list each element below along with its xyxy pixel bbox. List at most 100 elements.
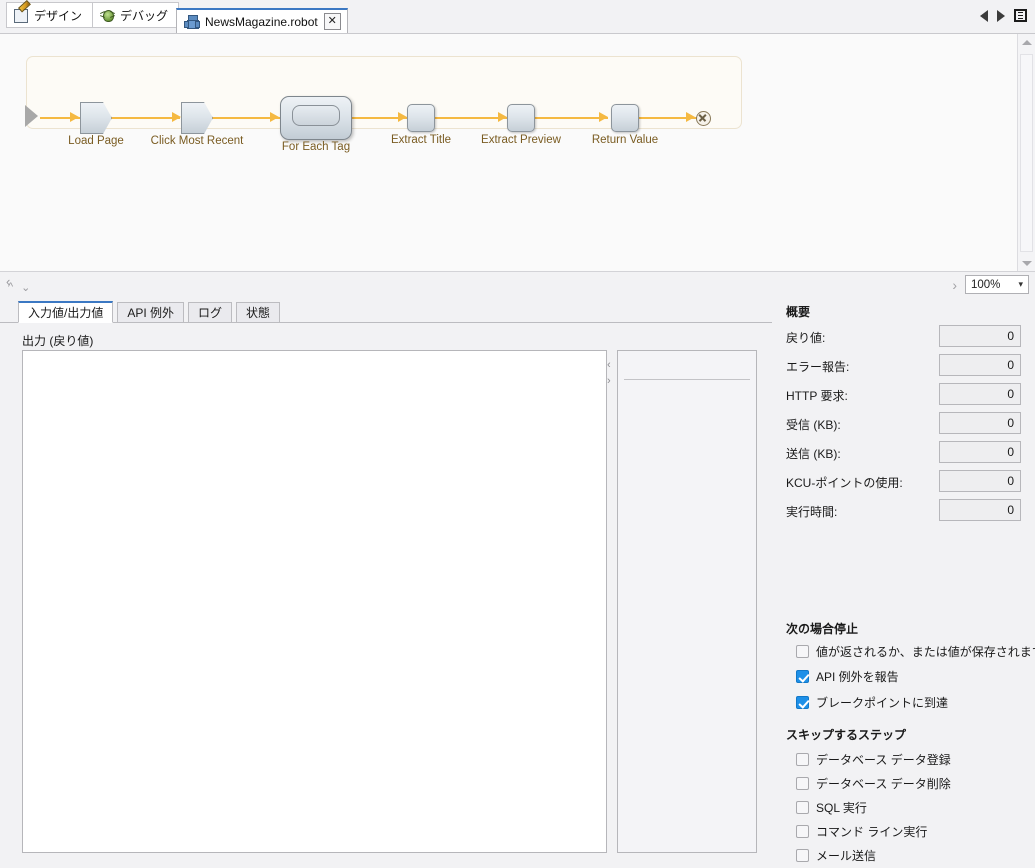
expand-right-chevron-icon[interactable]: › — [952, 277, 957, 293]
bug-icon — [100, 8, 115, 22]
checkbox-stop-value-returned[interactable]: 値が返されるか、または値が保存されます — [796, 643, 1035, 660]
node-label: Extract Title — [391, 134, 451, 146]
node-shape-loop — [280, 96, 352, 140]
checkbox-stop-breakpoint[interactable]: ブレークポイントに到達 — [796, 694, 948, 711]
arrowhead-3 — [270, 112, 279, 122]
field-label: KCU-ポイントの使用: — [786, 474, 903, 491]
field-value: 0 — [939, 470, 1021, 492]
checkbox-skip-db-insert[interactable]: データベース データ登録 — [796, 751, 951, 768]
field-label: 受信 (KB): — [786, 416, 841, 433]
checkbox-label: 値が返されるか、または値が保存されます — [816, 643, 1035, 660]
field-value: 0 — [939, 383, 1021, 405]
checkbox-icon[interactable] — [796, 777, 809, 790]
checkbox-skip-command-line[interactable]: コマンド ライン実行 — [796, 823, 927, 840]
tab-log-label: ログ — [198, 304, 222, 321]
field-value: 0 — [939, 441, 1021, 463]
output-pane-splitter[interactable]: ‹ › — [606, 350, 616, 851]
node-label: Click Most Recent — [151, 135, 244, 147]
top-bar: デザイン デバッグ NewsMagazine.robot ✕ — [0, 0, 1035, 33]
splitter-chevron-left-icon[interactable]: ‹ — [607, 360, 611, 370]
checkbox-icon[interactable] — [796, 849, 809, 862]
tab-design-label: デザイン — [34, 7, 82, 24]
field-http-requests: HTTP 要求: 0 — [786, 383, 1021, 405]
tab-design[interactable]: デザイン — [6, 2, 93, 28]
checkbox-label: データベース データ削除 — [816, 775, 951, 792]
file-tab-label: NewsMagazine.robot — [205, 15, 318, 29]
splitter-chevron-right-icon[interactable]: › — [607, 376, 611, 386]
output-detail-list[interactable] — [617, 350, 757, 853]
node-for-each-tag[interactable]: For Each Tag — [280, 96, 352, 140]
checkbox-icon[interactable] — [796, 670, 809, 683]
field-received-kb: 受信 (KB): 0 — [786, 412, 1021, 434]
field-label: 実行時間: — [786, 503, 837, 520]
flow-canvas[interactable]: Load Page Click Most Recent For Each Tag… — [0, 34, 1017, 272]
connector-title-preview — [434, 117, 507, 119]
node-load-page[interactable]: Load Page — [80, 102, 112, 134]
field-error-reports: エラー報告: 0 — [786, 354, 1021, 376]
checkbox-icon[interactable] — [796, 753, 809, 766]
field-label: エラー報告: — [786, 358, 849, 375]
top-right-controls — [980, 9, 1027, 22]
node-label: For Each Tag — [282, 141, 350, 153]
arrowhead-1 — [70, 112, 79, 122]
chevron-down-icon[interactable]: ⌄ — [21, 281, 30, 294]
splitter-toolbar: ‹ ^ ⌄ › 100% ▾ — [0, 271, 1035, 299]
scrollbar-thumb[interactable] — [1020, 54, 1033, 252]
application-window: デザイン デバッグ NewsMagazine.robot ✕ — [0, 0, 1035, 868]
tab-status[interactable]: 状態 — [236, 302, 280, 323]
checkbox-icon[interactable] — [796, 696, 809, 709]
checkbox-stop-api-exception[interactable]: API 例外を報告 — [796, 668, 899, 685]
output-text-area[interactable] — [22, 350, 607, 853]
arrowhead-4 — [398, 112, 407, 122]
node-return-value[interactable]: Return Value — [611, 104, 639, 132]
prev-arrow-icon[interactable] — [980, 10, 988, 22]
node-shape-hexagon — [181, 102, 213, 134]
field-label: 戻り値: — [786, 329, 825, 346]
node-click-most-recent[interactable]: Click Most Recent — [181, 102, 213, 134]
field-kcu-points: KCU-ポイントの使用: 0 — [786, 470, 1021, 492]
io-tab-group: 入力値/出力値 API 例外 ログ 状態 — [18, 301, 284, 323]
connector-preview-return — [534, 117, 608, 119]
node-extract-preview[interactable]: Extract Preview — [507, 104, 535, 132]
tab-debug-label: デバッグ — [120, 7, 168, 24]
file-tab-newsmagazine[interactable]: NewsMagazine.robot ✕ — [176, 8, 348, 33]
node-label: Extract Preview — [481, 134, 561, 146]
field-value: 0 — [939, 354, 1021, 376]
node-shape-square — [507, 104, 535, 132]
scroll-down-icon[interactable] — [1018, 255, 1035, 272]
zoom-level-select[interactable]: 100% ▾ — [965, 275, 1029, 294]
checkbox-skip-send-mail[interactable]: メール送信 — [796, 847, 876, 864]
tab-input-output[interactable]: 入力値/出力値 — [18, 301, 113, 323]
tab-log[interactable]: ログ — [188, 302, 232, 323]
pencil-icon — [14, 8, 29, 23]
checkbox-icon[interactable] — [796, 645, 809, 658]
tab-api-exceptions-label: API 例外 — [127, 304, 174, 321]
checkbox-icon[interactable] — [796, 825, 809, 838]
panel-collapse-controls: ^ ⌄ — [8, 281, 30, 294]
node-label: Return Value — [592, 134, 658, 146]
checkbox-label: ブレークポイントに到達 — [816, 694, 948, 711]
checkbox-skip-sql[interactable]: SQL 実行 — [796, 799, 867, 816]
node-extract-title[interactable]: Extract Title — [407, 104, 435, 132]
chevron-down-icon: ▾ — [1018, 279, 1023, 290]
checkbox-skip-db-delete[interactable]: データベース データ削除 — [796, 775, 951, 792]
tab-api-exceptions[interactable]: API 例外 — [117, 302, 184, 323]
node-shape-hexagon — [80, 102, 112, 134]
chevron-up-icon[interactable]: ^ — [8, 281, 13, 294]
scroll-up-icon[interactable] — [1018, 34, 1035, 51]
connector-load-page-click — [110, 117, 180, 119]
node-label: Load Page — [68, 135, 124, 147]
field-label: 送信 (KB): — [786, 445, 841, 462]
canvas-vertical-scrollbar[interactable] — [1017, 34, 1035, 272]
tab-debug[interactable]: デバッグ — [93, 2, 179, 28]
checkbox-label: コマンド ライン実行 — [816, 823, 927, 840]
arrowhead-2 — [172, 112, 181, 122]
checkbox-icon[interactable] — [796, 801, 809, 814]
field-value: 0 — [939, 499, 1021, 521]
close-icon[interactable]: ✕ — [324, 13, 341, 30]
mode-tab-group: デザイン デバッグ — [6, 2, 179, 28]
field-return-value: 戻り値: 0 — [786, 325, 1021, 347]
next-arrow-icon[interactable] — [997, 10, 1005, 22]
list-menu-icon[interactable] — [1014, 9, 1027, 22]
node-shape-square — [407, 104, 435, 132]
